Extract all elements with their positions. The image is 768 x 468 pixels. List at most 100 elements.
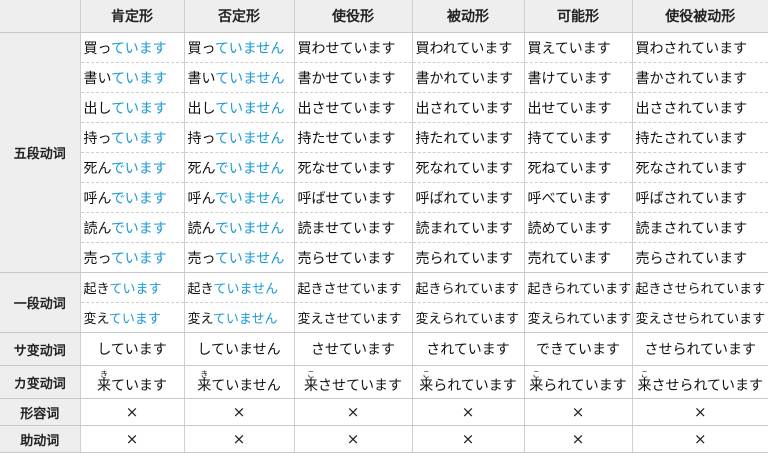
group-label-auxiliary: 助动词 [0, 425, 81, 453]
cell-caus-passive: 売らされています [632, 242, 768, 273]
header-causative-passive: 使役被动形 [632, 0, 768, 33]
cell-neg: 来きていません [184, 365, 295, 399]
cell-negative: 買っていません [184, 32, 295, 63]
table-row: 変えています 変えていません 変えさせています 変えられています 変えられています 変えさ… [0, 302, 768, 333]
cell-potential: 書けています [524, 62, 633, 93]
not-applicable-mark: × [412, 398, 525, 426]
verb-ending: させられています [651, 377, 764, 394]
table-row: 助动词 × × × × × × [0, 425, 768, 453]
furigana-kanji: 来こ [304, 370, 318, 394]
group-label-adjective: 形容词 [0, 398, 81, 426]
cell-affirmative: 呼んでいます [80, 182, 185, 213]
cell-causative: 読ませています [294, 212, 413, 243]
highlighted-ending: ていません [212, 312, 278, 327]
cell-causative: 来こさせています [294, 365, 413, 399]
cell-caus-passive: 起きさせられています [632, 272, 768, 303]
cell-negative: 持っていません [184, 122, 295, 153]
conjugation-table: 肯定形 否定形 使役形 被动形 可能形 使役被动形 五段动词 買っています 買ってい… [0, 0, 768, 453]
table-row: 死んでいます 死んでいません 死なせています 死なれています 死ねています 死なされていま… [0, 152, 768, 183]
verb-stem: 買っ [83, 40, 111, 57]
furigana-reading: こ [304, 369, 318, 379]
verb-stem: 起き [187, 282, 214, 297]
highlighted-ending: ています [111, 100, 168, 117]
verb-stem: 出し [187, 100, 216, 117]
highlighted-ending: ています [110, 40, 167, 57]
cell-neg: していません [184, 332, 295, 366]
cell-caus-passive: 出さされています [632, 92, 768, 123]
verb-stem: 書い [83, 70, 112, 87]
highlighted-ending: でいます [110, 190, 167, 207]
highlighted-ending: でいません [214, 220, 285, 237]
furigana-kanji: 来き [97, 370, 111, 394]
verb-ending: ています [111, 377, 167, 394]
cell-passive: されています [412, 332, 525, 366]
verb-stem: 出し [83, 100, 112, 117]
cell-aff: 来きています [80, 365, 185, 399]
cell-passive: 呼ばれています [412, 182, 525, 213]
verb-stem: 読ん [83, 220, 111, 237]
highlighted-ending: ています [108, 312, 161, 327]
highlighted-ending: でいません [214, 190, 285, 207]
highlighted-ending: ていません [214, 130, 285, 147]
cell-affirmative: 読んでいます [80, 212, 185, 243]
highlighted-ending: ています [111, 70, 168, 87]
cell-caus-passive: 呼ばされています [632, 182, 768, 213]
furigana-kanji: 来こ [529, 370, 543, 394]
highlighted-ending: ていません [214, 250, 285, 267]
verb-stem: 買っ [187, 40, 215, 57]
highlighted-ending: ています [110, 250, 167, 267]
not-applicable-mark: × [80, 425, 185, 453]
table-row: 出しています 出していません 出させています 出されています 出せています 出さされていま… [0, 92, 768, 123]
cell-potential: できています [524, 332, 633, 366]
cell-passive: 売られています [412, 242, 525, 273]
header-row: 肯定形 否定形 使役形 被动形 可能形 使役被动形 [0, 0, 768, 33]
highlighted-ending: ています [110, 130, 167, 147]
highlighted-ending: でいません [214, 160, 285, 177]
cell-affirmative: 変えています [80, 302, 185, 333]
header-potential: 可能形 [524, 0, 633, 33]
cell-causative: 書かせています [294, 62, 413, 93]
cell-caus-passive: 変えさせられています [632, 302, 768, 333]
cell-affirmative: 書いています [80, 62, 185, 93]
header-passive: 被动形 [412, 0, 525, 33]
cell-passive: 買われています [412, 32, 525, 63]
verb-ending: させています [318, 377, 402, 394]
not-applicable-mark: × [80, 398, 185, 426]
table-row: カ变动词 来きています 来きていません 来こさせています 来こられています 来こられていま… [0, 365, 768, 399]
highlighted-ending: ていません [214, 40, 285, 57]
kanji: 来 [419, 377, 434, 394]
cell-potential: 変えられています [524, 302, 633, 333]
cell-causative: 売らせています [294, 242, 413, 273]
furigana-kanji: 来き [197, 370, 212, 394]
not-applicable-mark: × [632, 425, 768, 453]
corner-cell [0, 0, 81, 33]
not-applicable-mark: × [184, 398, 295, 426]
cell-negative: 呼んでいません [184, 182, 295, 213]
kanji: 来 [197, 377, 212, 394]
not-applicable-mark: × [524, 398, 633, 426]
cell-causative: 死なせています [294, 152, 413, 183]
cell-potential: 売れています [524, 242, 633, 273]
not-applicable-mark: × [412, 425, 525, 453]
furigana-reading: き [97, 369, 111, 379]
verb-ending: ていません [211, 377, 281, 394]
verb-stem: 売っ [83, 250, 111, 267]
highlighted-ending: ていません [215, 100, 285, 117]
verb-stem: 起き [83, 282, 110, 297]
cell-negative: 書いていません [184, 62, 295, 93]
table-row: サ变动词 しています していません させています されています できています させられていま… [0, 332, 768, 366]
verb-stem: 呼ん [83, 190, 111, 207]
verb-stem: 読ん [187, 220, 215, 237]
furigana-reading: こ [529, 369, 544, 379]
table-row: 形容词 × × × × × × [0, 398, 768, 426]
table-row: 持っています 持っていません 持たせています 持たれています 持てています 持たされていま… [0, 122, 768, 153]
verb-stem: 呼ん [187, 190, 215, 207]
kanji: 来 [637, 377, 652, 394]
highlighted-ending: ていません [215, 70, 285, 87]
cell-potential: 読めています [524, 212, 633, 243]
cell-passive: 起きられています [412, 272, 525, 303]
kanji: 来 [97, 377, 111, 394]
cell-potential: 呼べています [524, 182, 633, 213]
cell-potential: 死ねています [524, 152, 633, 183]
cell-negative: 死んでいません [184, 152, 295, 183]
